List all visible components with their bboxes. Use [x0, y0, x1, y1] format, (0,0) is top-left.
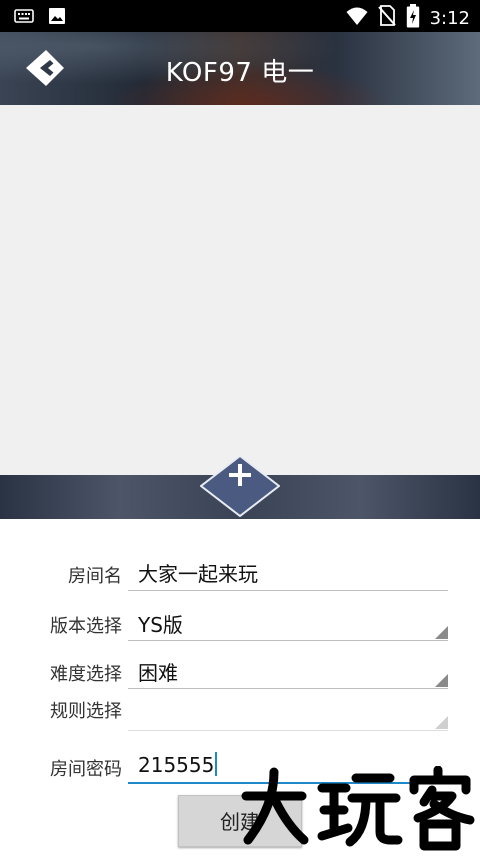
wifi-icon [346, 6, 368, 30]
version-select[interactable]: YS版 [128, 604, 448, 642]
app-header: KOF97 电一 [0, 32, 480, 105]
difficulty-label: 难度选择 [50, 664, 122, 685]
rules-underline [128, 730, 448, 731]
room-name-underline [128, 590, 448, 591]
password-label: 房间密码 [50, 759, 122, 780]
difficulty-value: 困难 [138, 661, 178, 685]
status-bar: 3:12 [0, 0, 480, 32]
no-sim-icon [377, 5, 396, 31]
plus-icon [199, 454, 281, 518]
keyboard-icon [14, 8, 34, 28]
room-name-value: 大家一起来玩 [138, 562, 258, 586]
chevron-down-icon [435, 626, 448, 639]
battery-charging-icon [406, 4, 420, 32]
difficulty-underline [128, 688, 448, 689]
chevron-down-icon [435, 674, 448, 687]
password-value: 215555 [138, 753, 215, 777]
add-button[interactable] [199, 454, 281, 518]
rules-label: 规则选择 [50, 701, 122, 722]
rules-select[interactable] [128, 696, 448, 734]
page-title: KOF97 电一 [165, 58, 315, 88]
chevron-down-icon [435, 716, 448, 729]
room-name-label: 房间名 [68, 566, 122, 587]
room-name-input[interactable]: 大家一起来玩 [128, 556, 448, 594]
version-value: YS版 [138, 613, 183, 637]
room-preview-area [0, 105, 480, 475]
image-icon [48, 7, 66, 29]
version-label: 版本选择 [50, 616, 122, 637]
status-time: 3:12 [429, 7, 470, 29]
difficulty-select[interactable]: 困难 [128, 652, 448, 690]
version-underline [128, 640, 448, 641]
watermark-logo [238, 765, 478, 852]
text-cursor [215, 752, 218, 776]
